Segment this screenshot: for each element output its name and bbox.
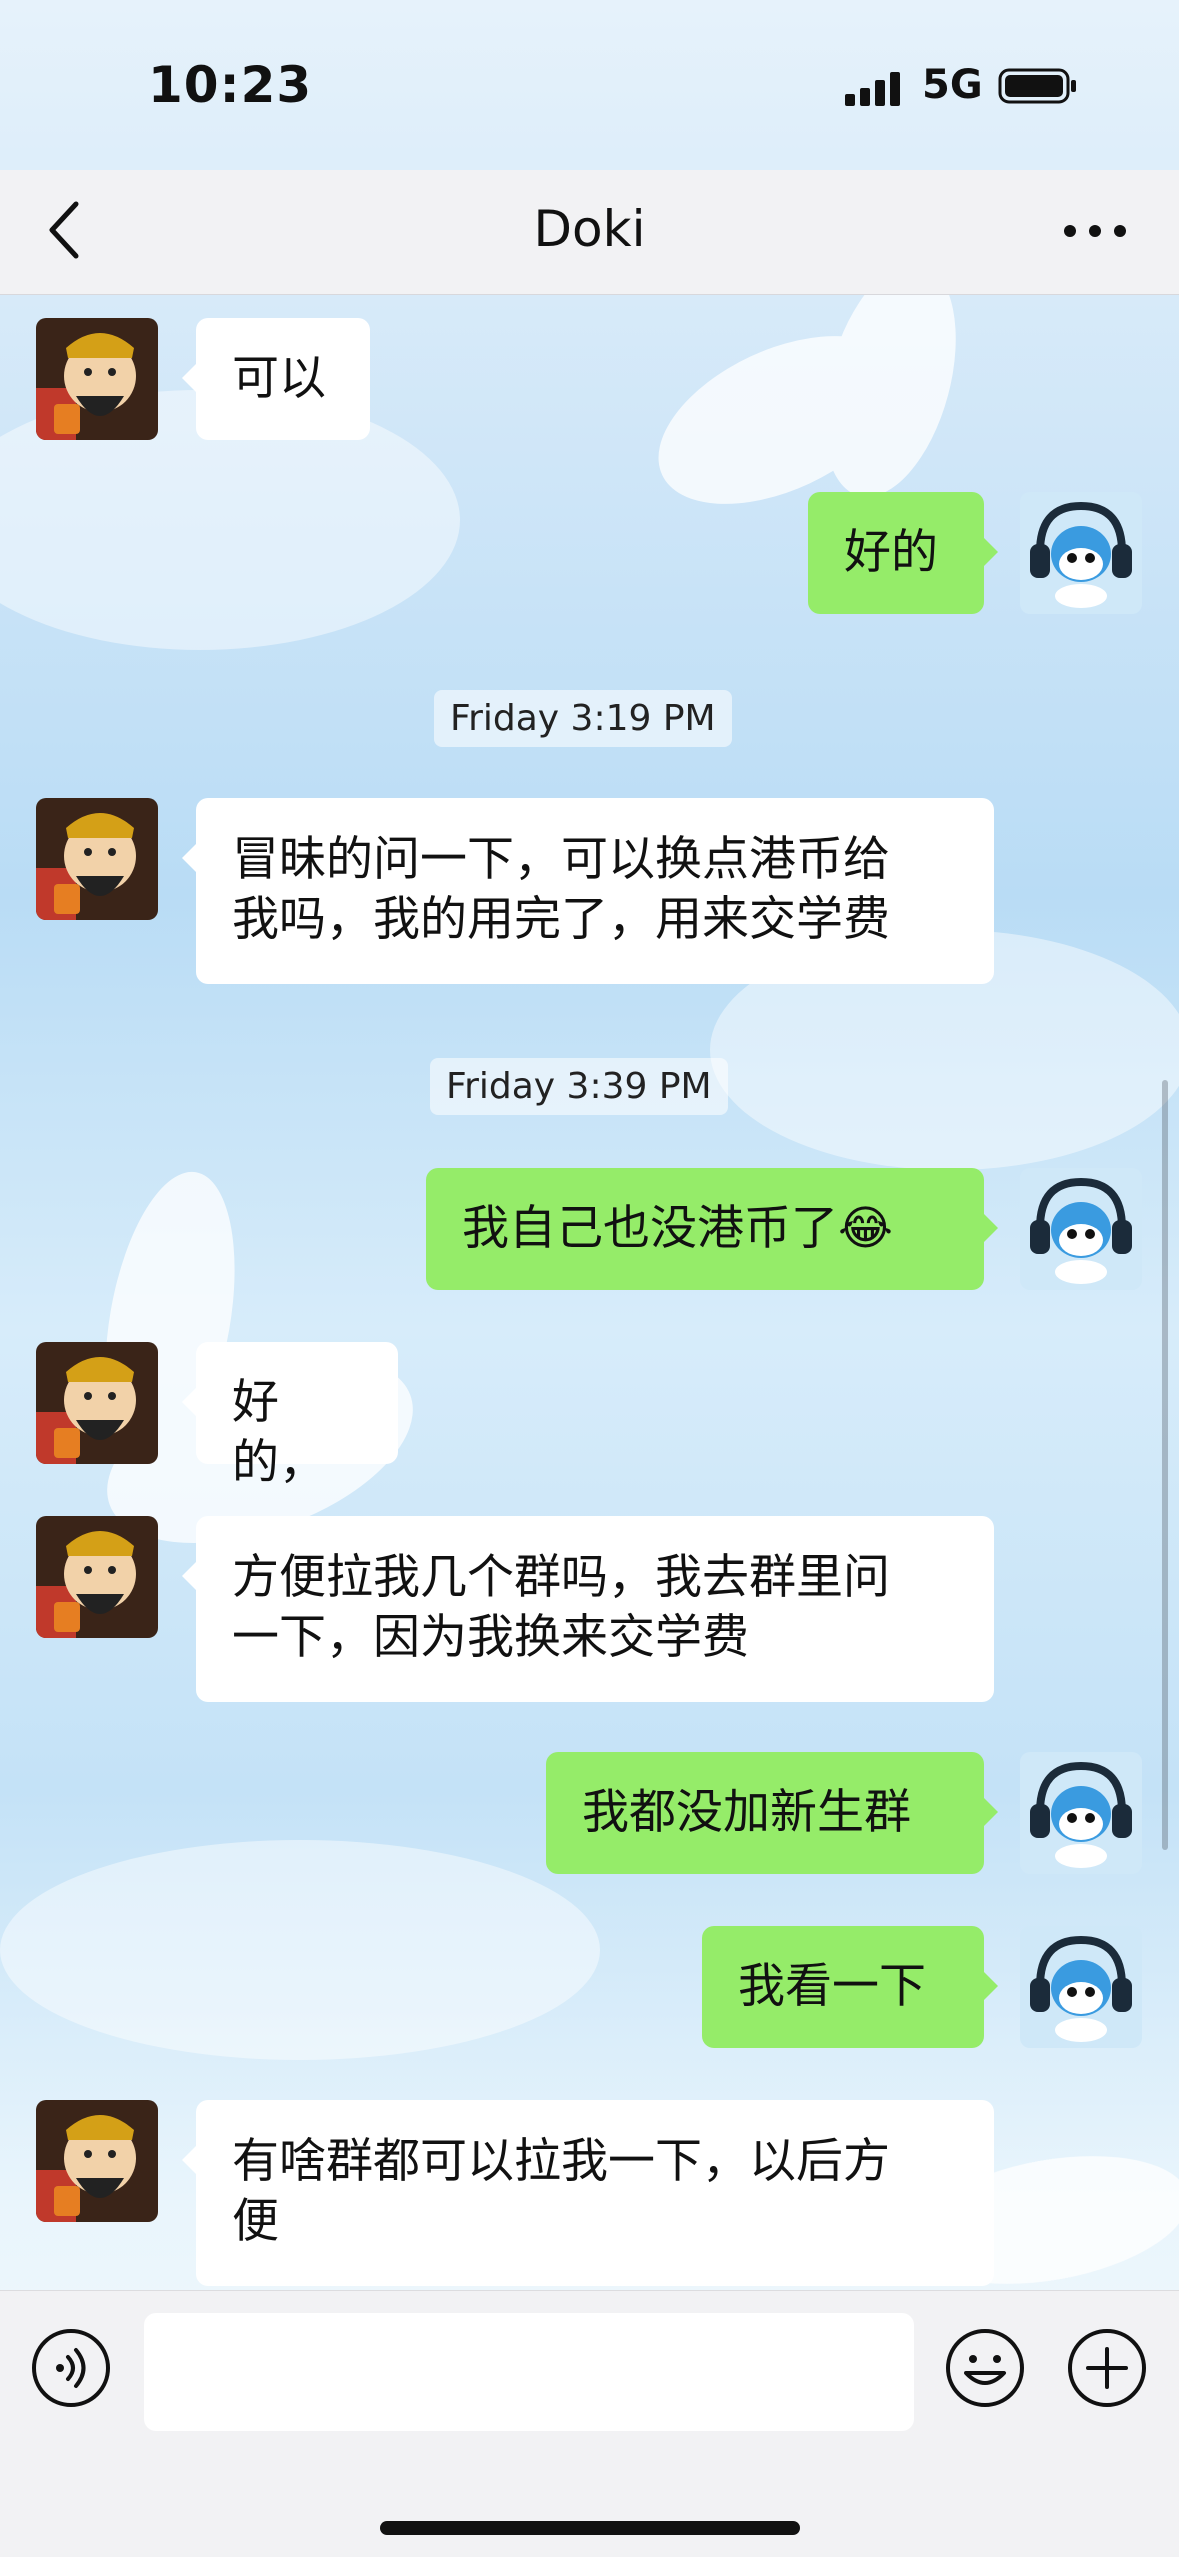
message-text-line: 便 — [232, 2194, 279, 2249]
message-text: 好的 — [844, 525, 938, 580]
emoji-icon[interactable] — [944, 2327, 1026, 2409]
message-timestamp: Friday 3:19 PM — [434, 690, 732, 747]
contact-avatar[interactable] — [36, 318, 158, 440]
signal-icon — [845, 72, 900, 106]
message-text-line: 一下，因为我换来交学费 — [232, 1610, 749, 1665]
message-text-line: 冒昧的问一下，可以换点港币给 — [232, 832, 890, 887]
scrollbar[interactable] — [1162, 1080, 1168, 1850]
contact-avatar[interactable] — [36, 798, 158, 920]
my-avatar[interactable] — [1020, 492, 1142, 614]
message-bubble-incoming[interactable]: 好的， — [182, 1342, 398, 1490]
message-bubble-incoming[interactable]: 方便拉我几个群吗，我去群里问 一下，因为我换来交学费 — [182, 1516, 994, 1702]
message-bubble-outgoing[interactable]: 我看一下 — [702, 1926, 998, 2048]
message-bubble-incoming[interactable]: 可以 — [182, 318, 370, 440]
status-time: 10:23 — [148, 56, 313, 114]
my-avatar[interactable] — [1020, 1926, 1142, 2048]
message-text-line: 方便拉我几个群吗，我去群里问 — [232, 1550, 890, 1605]
my-avatar[interactable] — [1020, 1168, 1142, 1290]
message-text: 好的， — [232, 1375, 326, 1490]
home-indicator[interactable] — [380, 2521, 800, 2535]
contact-avatar[interactable] — [36, 1516, 158, 1638]
chat-header: Doki — [0, 170, 1179, 295]
message-bubble-incoming[interactable]: 有啥群都可以拉我一下，以后方 便 — [182, 2100, 994, 2286]
voice-input-icon[interactable] — [30, 2327, 112, 2409]
battery-icon — [998, 68, 1076, 104]
status-bar: 10:23 5G — [0, 0, 1179, 170]
contact-avatar[interactable] — [36, 1342, 158, 1464]
message-text-line: 我吗，我的用完了，用来交学费 — [232, 892, 890, 947]
message-bubble-outgoing[interactable]: 我都没加新生群 — [546, 1752, 998, 1874]
message-bubble-outgoing[interactable]: 我自己也没港币了😂 — [426, 1168, 998, 1290]
message-text: 我看一下 — [738, 1959, 926, 2014]
my-avatar[interactable] — [1020, 1752, 1142, 1874]
message-text: 我自己也没港币了😂 — [462, 1201, 893, 1256]
plus-icon[interactable] — [1066, 2327, 1148, 2409]
chat-title: Doki — [533, 200, 646, 258]
message-text: 可以 — [232, 351, 326, 406]
message-text: 我都没加新生群 — [582, 1785, 911, 1840]
network-type: 5G — [922, 62, 983, 108]
input-bar — [0, 2290, 1179, 2557]
message-timestamp: Friday 3:39 PM — [430, 1058, 728, 1115]
message-bubble-outgoing[interactable]: 好的 — [808, 492, 998, 614]
more-dots-icon[interactable] — [1060, 216, 1130, 246]
contact-avatar[interactable] — [36, 2100, 158, 2222]
message-input[interactable] — [144, 2313, 914, 2431]
message-bubble-incoming[interactable]: 冒昧的问一下，可以换点港币给 我吗，我的用完了，用来交学费 — [182, 798, 994, 984]
message-text-line: 有啥群都可以拉我一下，以后方 — [232, 2134, 890, 2189]
